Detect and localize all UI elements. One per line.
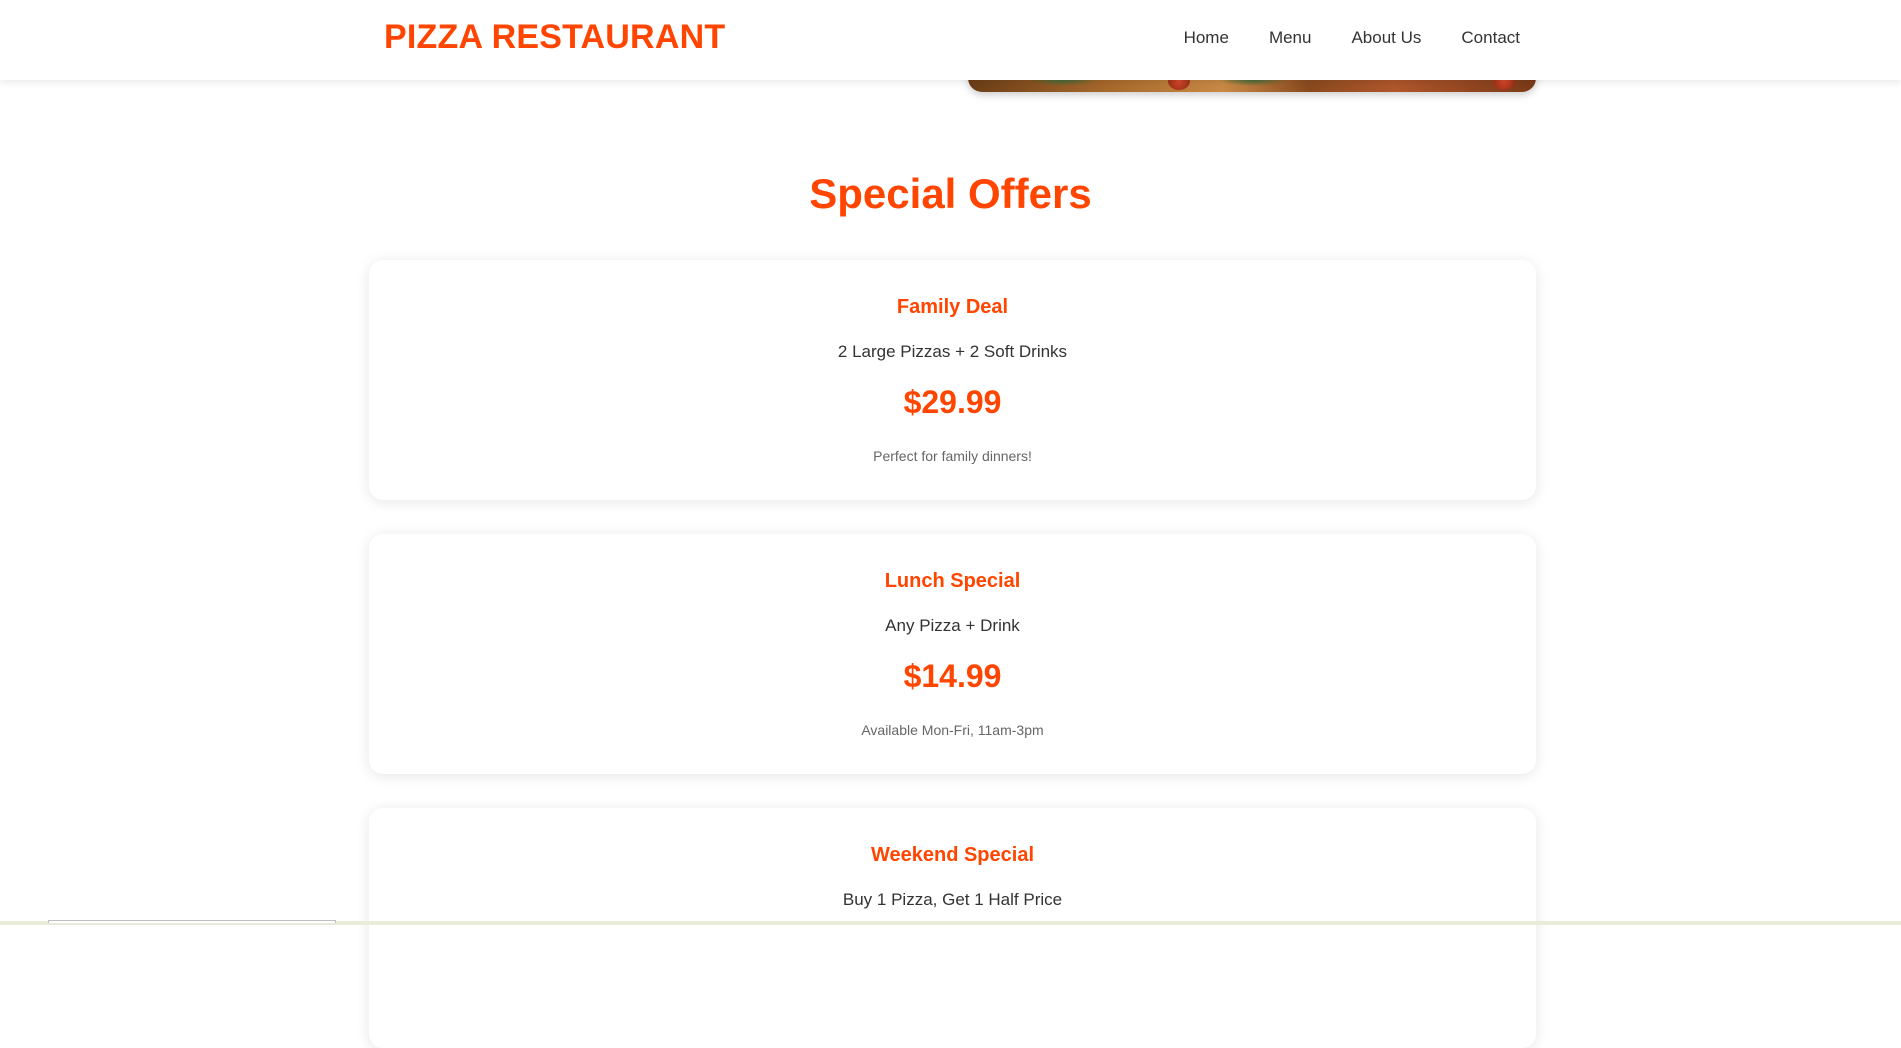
site-header: PIZZA RESTAURANT Home Menu About Us Cont… — [0, 0, 1901, 80]
offer-card-weekend-special: Weekend Special Buy 1 Pizza, Get 1 Half … — [369, 808, 1536, 1048]
offer-note: Perfect for family dinners! — [873, 448, 1032, 464]
main-nav: Home Menu About Us Contact — [1184, 28, 1520, 48]
bottom-bar-tab[interactable] — [48, 920, 336, 923]
offer-description: Buy 1 Pizza, Get 1 Half Price — [842, 890, 1063, 909]
offer-description: Any Pizza + Drink — [885, 616, 1020, 635]
site-logo[interactable]: PIZZA RESTAURANT — [384, 18, 725, 57]
offer-title: Lunch Special — [884, 570, 1021, 592]
offer-description: 2 Large Pizzas + 2 Soft Drinks — [837, 342, 1068, 361]
nav-link-contact[interactable]: Contact — [1461, 28, 1520, 48]
nav-link-home[interactable]: Home — [1184, 28, 1229, 48]
offer-card-family-deal: Family Deal 2 Large Pizzas + 2 Soft Drin… — [369, 260, 1536, 500]
offer-title: Weekend Special — [870, 844, 1035, 866]
offer-price: $29.99 — [903, 384, 1002, 420]
nav-link-about-us[interactable]: About Us — [1351, 28, 1421, 48]
offer-title: Family Deal — [896, 296, 1009, 318]
offer-card-lunch-special: Lunch Special Any Pizza + Drink $14.99 A… — [369, 534, 1536, 774]
offer-note: Available Mon-Fri, 11am-3pm — [861, 722, 1044, 738]
offer-price: $14.99 — [903, 658, 1002, 694]
special-offers-heading: Special Offers — [809, 170, 1092, 217]
nav-link-menu[interactable]: Menu — [1269, 28, 1312, 48]
